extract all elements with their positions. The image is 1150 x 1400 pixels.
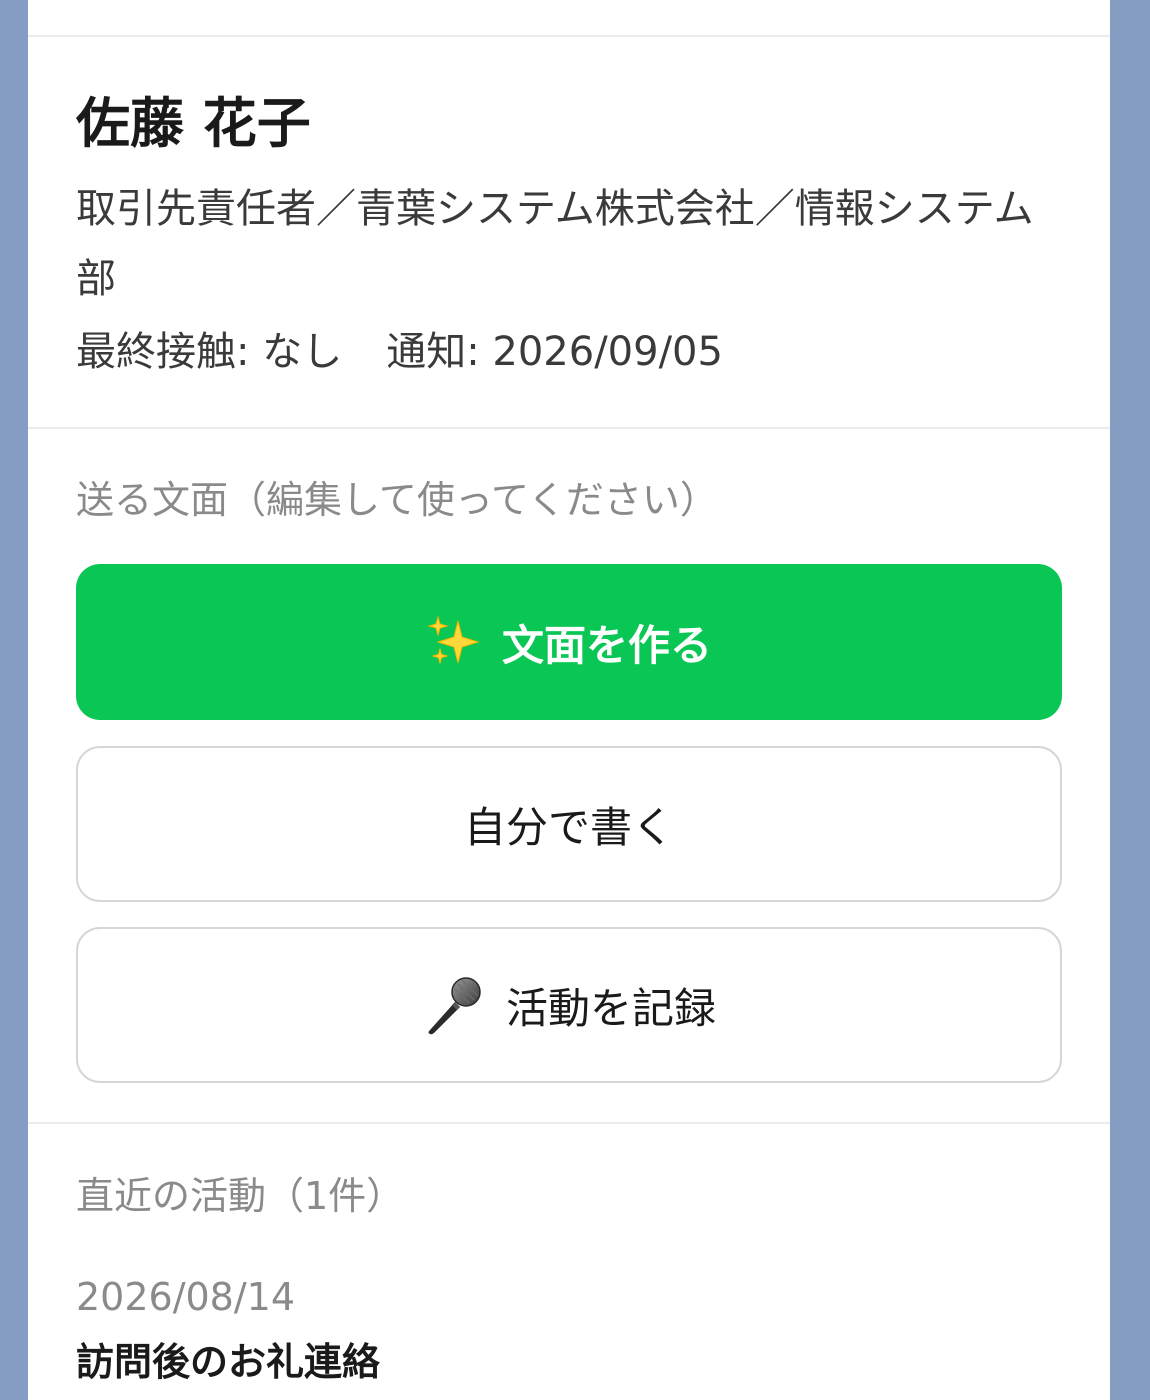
last-contact: 最終接触: なし (76, 329, 343, 375)
notify-date: 通知: 2026/09/05 (386, 329, 723, 375)
contact-detail-sheet: 佐藤 花子 取引先責任者／青葉システム株式会社／情報システム部 最終接触: なし… (28, 0, 1110, 1400)
write-manually-button[interactable]: 自分で書く (76, 746, 1062, 902)
compose-section-label: 送る文面（編集して使ってください） (76, 478, 718, 522)
record-activity-button[interactable]: 活動を記録 (76, 927, 1062, 1083)
section-divider (28, 427, 1110, 429)
record-activity-label: 活動を記録 (505, 983, 716, 1033)
activity-section-label: 直近の活動（1件） (76, 1174, 405, 1218)
contact-name: 佐藤 花子 (76, 92, 311, 155)
generate-message-label: 文面を作る (501, 620, 712, 670)
activity-item-date: 2026/08/14 (76, 1275, 296, 1319)
sparkles-icon (426, 615, 480, 669)
generate-message-button[interactable]: 文面を作る (76, 564, 1062, 720)
microphone-icon (422, 974, 484, 1036)
write-manually-label: 自分で書く (463, 802, 674, 852)
activity-divider (28, 1122, 1110, 1124)
activity-item-title[interactable]: 訪問後のお礼連絡 (76, 1334, 380, 1390)
contact-role: 取引先責任者／青葉システム株式会社／情報システム部 (76, 186, 1034, 302)
contact-meta: 最終接触: なし 通知: 2026/09/05 (76, 322, 723, 382)
top-divider (28, 35, 1110, 37)
